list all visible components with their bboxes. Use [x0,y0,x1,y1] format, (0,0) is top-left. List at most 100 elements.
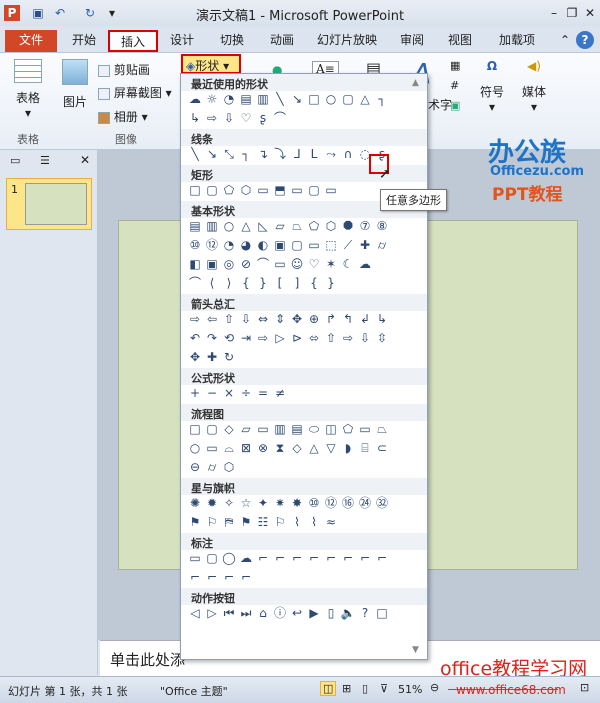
shape-item[interactable]: ▭ [255,182,271,199]
shape-item[interactable]: ⌐ [374,550,390,567]
shapes-button[interactable]: ◈形状 ▾ [181,54,241,74]
shape-item[interactable]: ⤳ [323,146,339,163]
shape-item[interactable]: ✧ [221,495,237,512]
shape-item[interactable]: ⇕ [272,311,288,328]
shape-item[interactable]: ⏢ [374,421,390,438]
shape-item[interactable]: ▭ [323,182,339,199]
shape-item[interactable]: ▶ [306,605,322,622]
shape-item[interactable]: △ [357,91,373,108]
shape-item[interactable]: ᒪ [306,146,322,163]
shape-item[interactable]: ⬡ [323,218,339,235]
date-time-icon[interactable]: ▦ [450,59,460,72]
reading-view-icon[interactable]: ▯ [362,682,368,695]
picture-button[interactable]: 图片 [60,59,90,110]
shape-item[interactable]: ◺ [255,218,271,235]
shape-item[interactable]: ▢ [204,421,220,438]
shape-item[interactable]: ⌒ [272,110,288,127]
shape-item[interactable]: ↘ [289,91,305,108]
shape-item[interactable]: ☆ [238,495,254,512]
shape-item[interactable]: ≈ [323,514,339,531]
shape-item[interactable]: △ [306,440,322,457]
shape-item[interactable]: ⌐ [272,550,288,567]
shape-item[interactable]: ⏢ [289,218,305,235]
shape-item[interactable]: ⟨ [204,275,220,292]
shape-item[interactable]: ▯ [323,605,339,622]
slides-tab[interactable]: ▭ [10,154,20,167]
shape-item[interactable]: ▥ [255,91,271,108]
shape-item[interactable]: ⬠ [340,421,356,438]
close-pane-icon[interactable]: ✕ [80,153,90,167]
shape-item[interactable]: ⇩ [221,110,237,127]
shape-item[interactable]: ⌇ [289,514,305,531]
shape-item[interactable]: ▱ [238,421,254,438]
shape-item[interactable]: ▭ [187,550,203,567]
help-icon[interactable]: ? [576,31,594,49]
shape-item[interactable]: ▭ [357,421,373,438]
shape-item[interactable]: ◔ [221,91,237,108]
shape-item[interactable]: ▢ [204,182,220,199]
shape-item[interactable]: ⌐ [289,550,305,567]
shape-item[interactable]: ∩ [340,146,356,163]
shape-item[interactable]: ⌇ [306,514,322,531]
slide-thumbnail[interactable]: 1 [6,178,92,230]
shape-item[interactable]: ◇ [221,421,237,438]
shape-item[interactable]: ㉔ [357,495,373,512]
shape-item[interactable]: ▥ [272,421,288,438]
shape-item[interactable]: ⇨ [187,311,203,328]
shape-item[interactable]: ⌐ [221,569,237,586]
shape-item[interactable]: ○ [221,218,237,235]
shape-item[interactable]: ✹ [204,495,220,512]
shape-item[interactable]: ⌐ [187,569,203,586]
shape-item[interactable]: □ [187,421,203,438]
shape-item[interactable]: ✦ [255,495,271,512]
shape-item[interactable]: ⊖ [187,459,203,476]
shape-item[interactable]: ↱ [323,311,339,328]
shape-item[interactable]: ▣ [272,237,288,254]
shape-item[interactable]: ▢ [204,550,220,567]
shape-item[interactable]: ᒧ [289,146,305,163]
shape-item[interactable]: ▤ [187,218,203,235]
album-button[interactable]: 相册 ▾ [98,108,148,125]
shape-item[interactable]: ÷ [238,385,254,402]
shape-item[interactable]: ⬠ [221,182,237,199]
shape-item[interactable]: ╲ [272,91,288,108]
shape-item[interactable]: ⑯ [340,495,356,512]
shape-item[interactable]: ⊠ [238,440,254,457]
shape-item[interactable]: ▷ [272,330,288,347]
shape-item[interactable]: ◇ [289,440,305,457]
shape-item[interactable]: 🔈 [340,605,356,622]
close-icon[interactable]: ✕ [582,5,598,21]
shape-item[interactable]: ⑫ [323,495,339,512]
shape-item[interactable]: □ [374,605,390,622]
shape-item[interactable]: ◧ [187,256,203,273]
shape-item[interactable]: ▢ [306,182,322,199]
shape-item[interactable]: − [204,385,220,402]
slide-sorter-icon[interactable]: ⊞ [342,682,351,695]
shape-item[interactable]: ⚑ [187,514,203,531]
shape-item[interactable]: ⇩ [238,311,254,328]
shape-item[interactable]: ▤ [238,91,254,108]
shape-item[interactable]: ⬡ [238,182,254,199]
restore-icon[interactable]: ❐ [564,5,580,21]
clipart-button[interactable]: 剪贴画 [98,61,150,78]
shape-item[interactable]: △ [238,218,254,235]
tab-file[interactable]: 文件 [5,30,57,52]
shape-item[interactable]: ↲ [357,311,373,328]
table-button[interactable]: 表格 ▾ [12,59,44,120]
shape-item[interactable]: ⊘ [238,256,254,273]
shape-item[interactable]: ⏮ [221,605,237,622]
shape-item[interactable]: ⬒ [272,182,288,199]
shape-item[interactable]: ⇩ [357,330,373,347]
shape-item[interactable]: ↶ [187,330,203,347]
shape-item[interactable]: ▤ [289,421,305,438]
shape-item[interactable]: ≠ [272,385,288,402]
shape-item[interactable]: ⏭ [238,605,254,622]
shape-item[interactable]: ⟋ [340,237,356,254]
shape-item[interactable]: ⟩ [221,275,237,292]
shape-item[interactable]: ◎ [221,256,237,273]
shape-item[interactable]: ⊗ [255,440,271,457]
shape-item[interactable]: ✶ [323,256,339,273]
shape-item[interactable]: ⇧ [221,311,237,328]
shape-item[interactable]: ↳ [374,311,390,328]
tab-insert[interactable]: 插入 [108,30,158,52]
